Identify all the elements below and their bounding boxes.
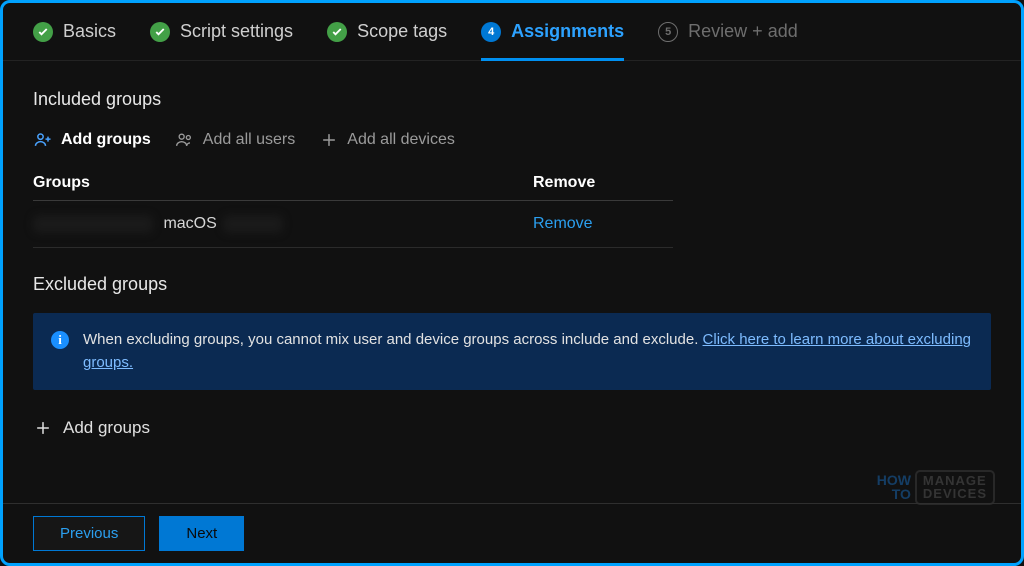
action-label: Add all users [203,131,296,149]
tab-label: Script settings [180,21,293,42]
tab-scope-tags[interactable]: Scope tags [327,21,447,60]
action-label: Add groups [61,131,151,149]
watermark: HOW TO MANAGE DEVICES [877,470,995,505]
tab-assignments[interactable]: 4 Assignments [481,21,624,60]
add-all-users-button[interactable]: Add all users [175,126,296,154]
tab-label: Review + add [688,21,798,42]
footer: Previous Next [3,503,1021,563]
included-groups-title: Included groups [33,89,991,110]
table-header: Groups Remove [33,166,673,201]
tab-script-settings[interactable]: Script settings [150,21,293,60]
action-label: Add all devices [347,131,455,149]
redacted-text [223,215,283,233]
included-actions: Add groups Add all users Add all devices [33,126,991,154]
step-number-icon: 5 [658,22,678,42]
check-icon [327,22,347,42]
add-groups-button[interactable]: Add groups [33,126,151,154]
remove-link[interactable]: Remove [533,215,593,232]
wizard-tabs: Basics Script settings Scope tags 4 Assi… [3,3,1021,61]
tab-basics[interactable]: Basics [33,21,116,60]
plus-icon [33,418,53,438]
column-header-groups: Groups [33,174,533,192]
group-name-cell: macOS [33,215,533,233]
next-button[interactable]: Next [159,516,244,551]
watermark-text: HOW [877,473,911,487]
column-header-remove: Remove [533,174,673,192]
info-icon: i [51,331,69,349]
tab-label: Assignments [511,21,624,42]
tab-label: Scope tags [357,21,447,42]
info-text: When excluding groups, you cannot mix us… [83,331,703,348]
check-icon [33,22,53,42]
action-label: Add groups [63,418,150,438]
watermark-text: TO [877,487,911,501]
redacted-text [33,215,153,233]
add-excluded-groups-button[interactable]: Add groups [33,418,991,438]
plus-icon [319,130,339,150]
included-groups-table: Groups Remove macOS Remove [33,166,673,248]
previous-button[interactable]: Previous [33,516,145,551]
watermark-text: DEVICES [923,487,987,501]
table-row: macOS Remove [33,201,673,248]
person-add-icon [33,130,53,150]
step-number-icon: 4 [481,22,501,42]
excluded-groups-title: Excluded groups [33,274,991,295]
tab-review-add: 5 Review + add [658,21,798,60]
info-text-container: When excluding groups, you cannot mix us… [83,329,973,374]
watermark-text: MANAGE [923,474,987,488]
check-icon [150,22,170,42]
main-content: Included groups Add groups Add all users… [3,61,1021,438]
info-message: i When excluding groups, you cannot mix … [33,313,991,390]
tab-label: Basics [63,21,116,42]
people-icon [175,130,195,150]
add-all-devices-button[interactable]: Add all devices [319,126,455,154]
group-name-visible: macOS [163,215,216,232]
